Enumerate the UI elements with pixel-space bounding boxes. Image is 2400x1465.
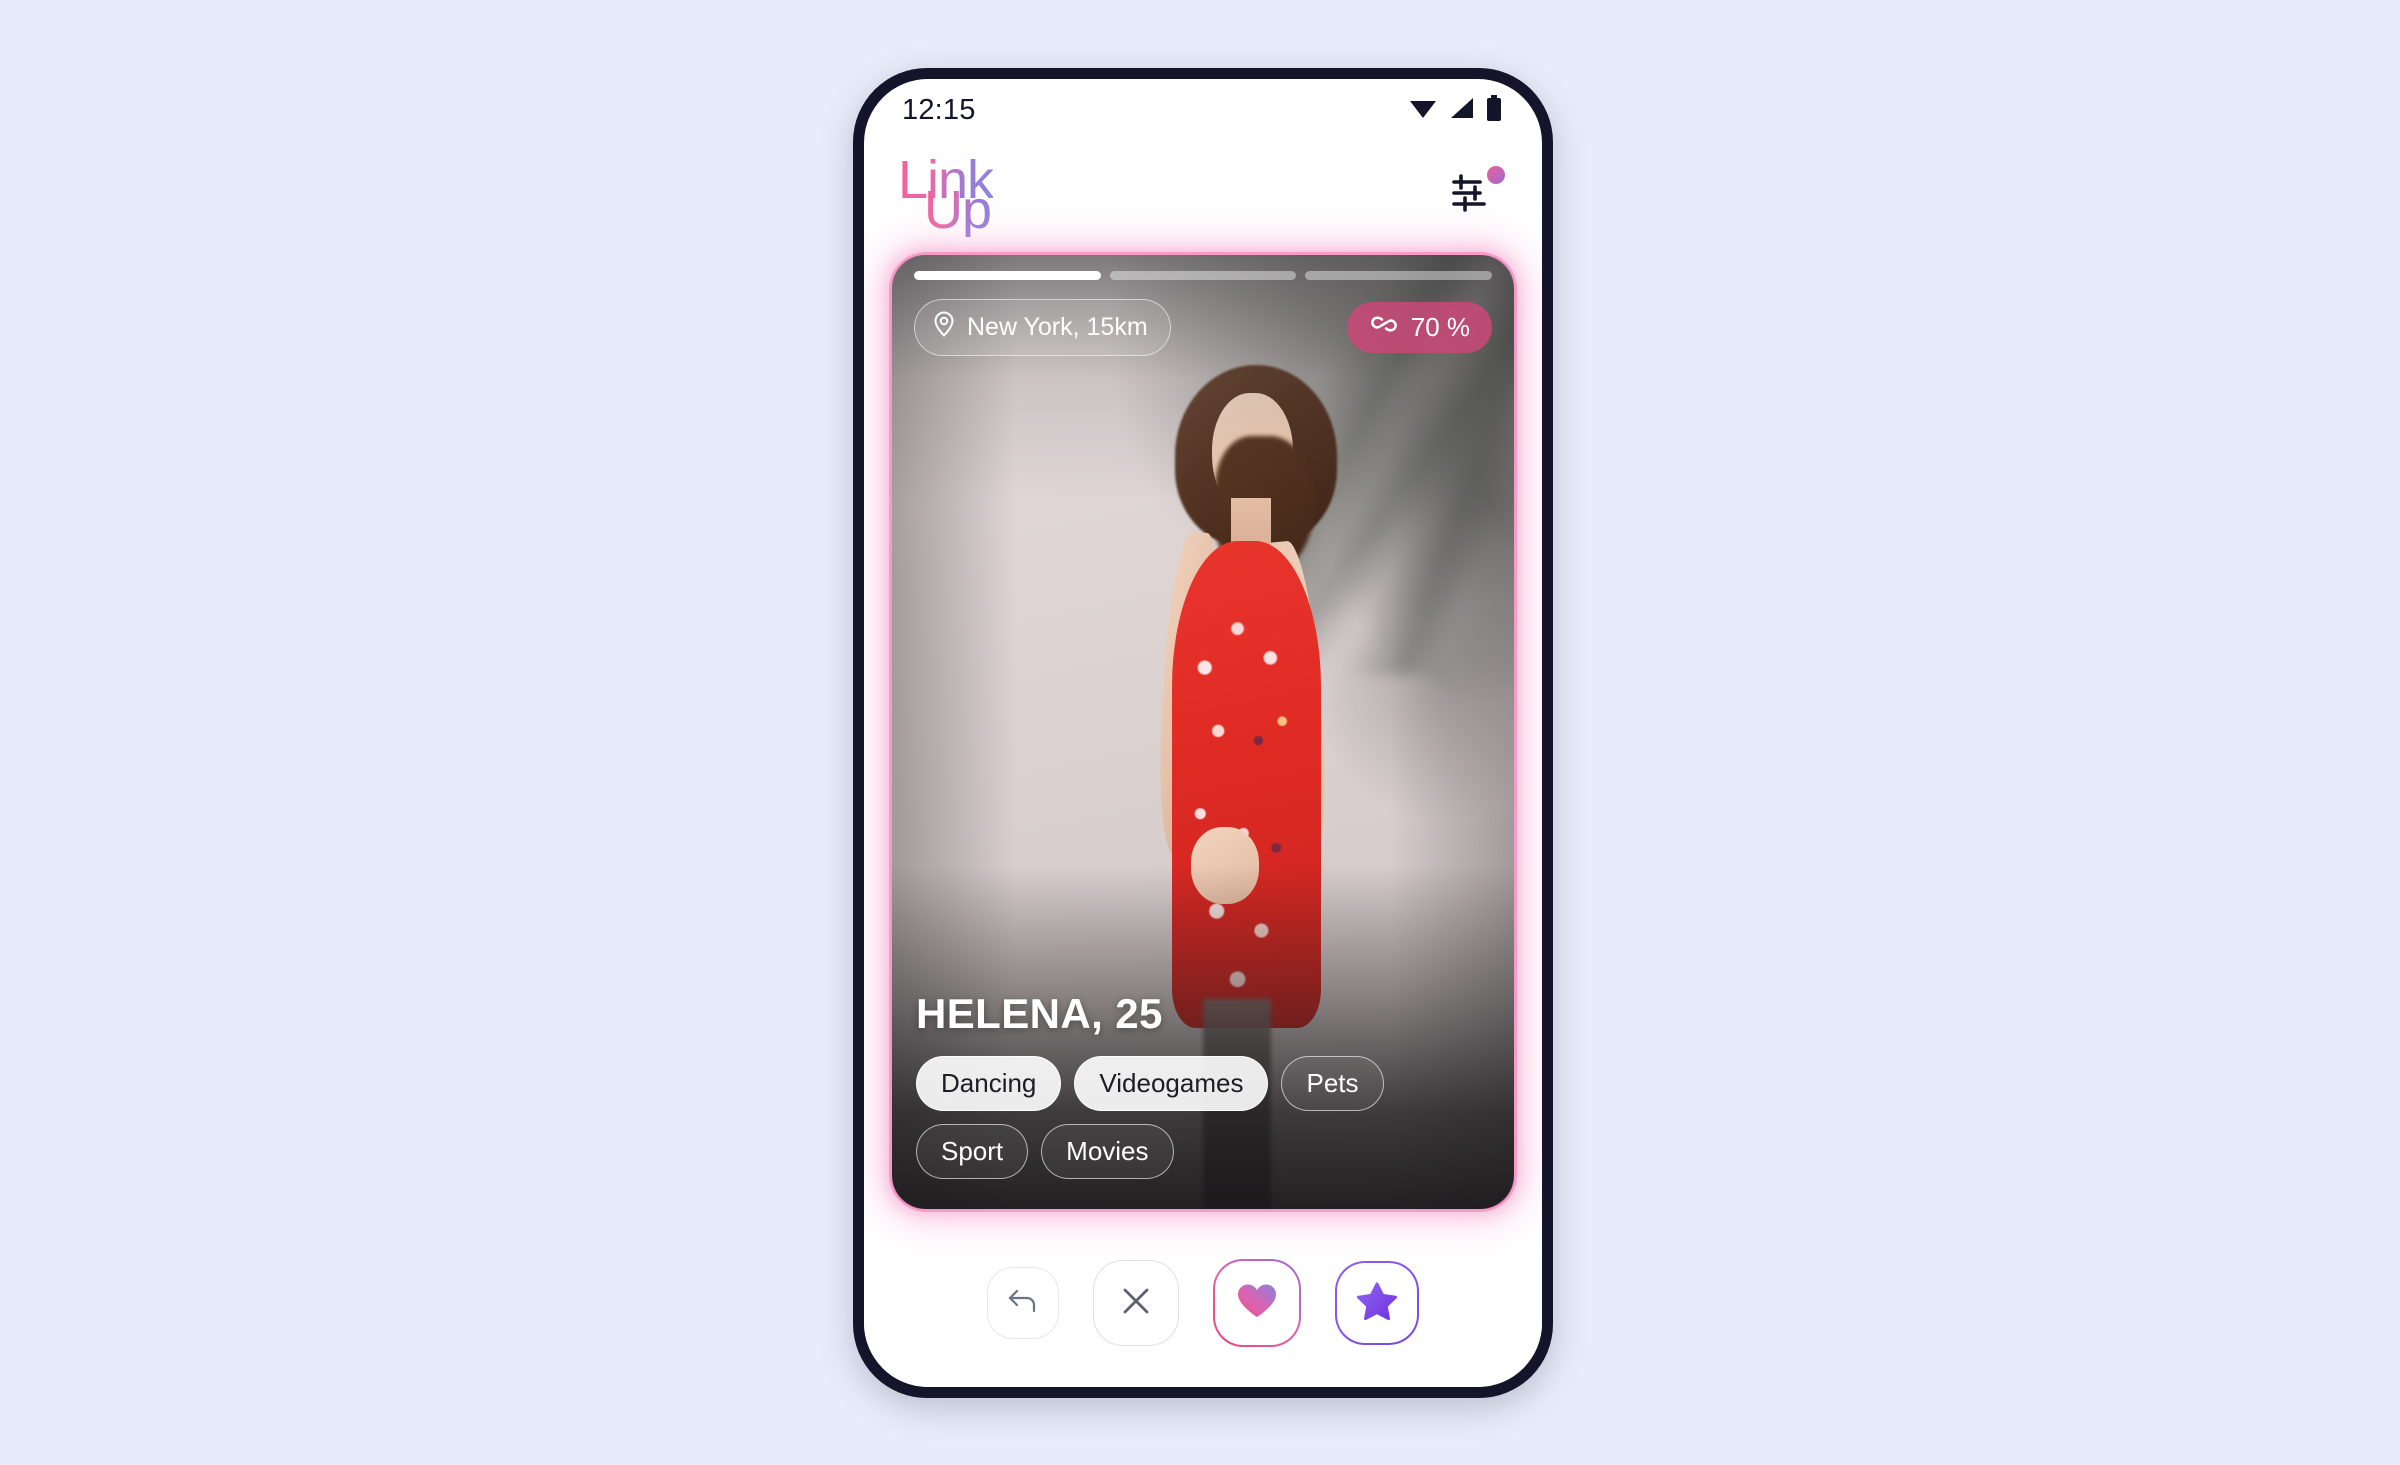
status-clock: 12:15	[902, 93, 976, 126]
phone-frame: 12:15 Link Up New York, 15km 70 % HELENA…	[853, 68, 1553, 1398]
nope-button[interactable]	[1093, 1260, 1179, 1346]
app-logo[interactable]: Link Up	[898, 151, 1008, 239]
profile-info: HELENA, 25 Dancing Videogames Pets Sport…	[916, 990, 1490, 1179]
interest-tag[interactable]: Dancing	[916, 1056, 1062, 1111]
star-icon	[1356, 1281, 1398, 1326]
progress-segment-3[interactable]	[1305, 271, 1493, 280]
match-percent-badge: 70 %	[1346, 302, 1492, 353]
super-like-button[interactable]	[1335, 1261, 1419, 1345]
location-badge: New York, 15km	[914, 299, 1171, 356]
phone-screen: 12:15 Link Up New York, 15km 70 % HELENA…	[864, 79, 1542, 1387]
match-percent-label: 70 %	[1410, 312, 1470, 342]
heart-icon	[1235, 1281, 1279, 1326]
battery-icon	[1486, 94, 1502, 126]
app-stage: 12:15 Link Up New York, 15km 70 % HELENA…	[0, 0, 2400, 1465]
signal-icon	[1449, 96, 1475, 125]
link-chain-icon	[1369, 312, 1399, 343]
profile-name: HELENA, 25	[916, 990, 1163, 1037]
interest-tag[interactable]: Movies	[1041, 1124, 1174, 1179]
profile-card[interactable]: New York, 15km 70 % HELENA, 25 Dancing V…	[892, 255, 1514, 1209]
interest-tag[interactable]: Videogames	[1074, 1056, 1269, 1111]
undo-button[interactable]	[987, 1267, 1059, 1339]
undo-arrow-icon	[1005, 1285, 1041, 1322]
like-button[interactable]	[1213, 1259, 1301, 1347]
progress-segment-1[interactable]	[914, 271, 1101, 280]
progress-segment-2[interactable]	[1109, 271, 1297, 280]
interest-tag[interactable]: Sport	[916, 1124, 1029, 1179]
map-pin-icon	[932, 310, 956, 345]
wifi-icon	[1408, 96, 1438, 125]
photo-progress[interactable]	[914, 271, 1493, 280]
filter-button[interactable]	[1440, 166, 1506, 224]
status-bar: 12:15	[864, 79, 1542, 141]
logo-text-up: Up	[924, 180, 992, 240]
interest-tags: Dancing Videogames Pets Sport Movies	[916, 1056, 1490, 1179]
action-bar	[864, 1237, 1542, 1387]
interest-tag[interactable]: Pets	[1281, 1056, 1384, 1111]
app-header: Link Up	[864, 141, 1542, 249]
card-area: New York, 15km 70 % HELENA, 25 Dancing V…	[864, 249, 1542, 1237]
status-icons	[1408, 94, 1502, 126]
filter-notification-dot	[1487, 166, 1505, 184]
close-x-icon	[1118, 1283, 1154, 1324]
location-label: New York, 15km	[967, 313, 1148, 341]
card-top-row: New York, 15km 70 %	[914, 299, 1492, 356]
